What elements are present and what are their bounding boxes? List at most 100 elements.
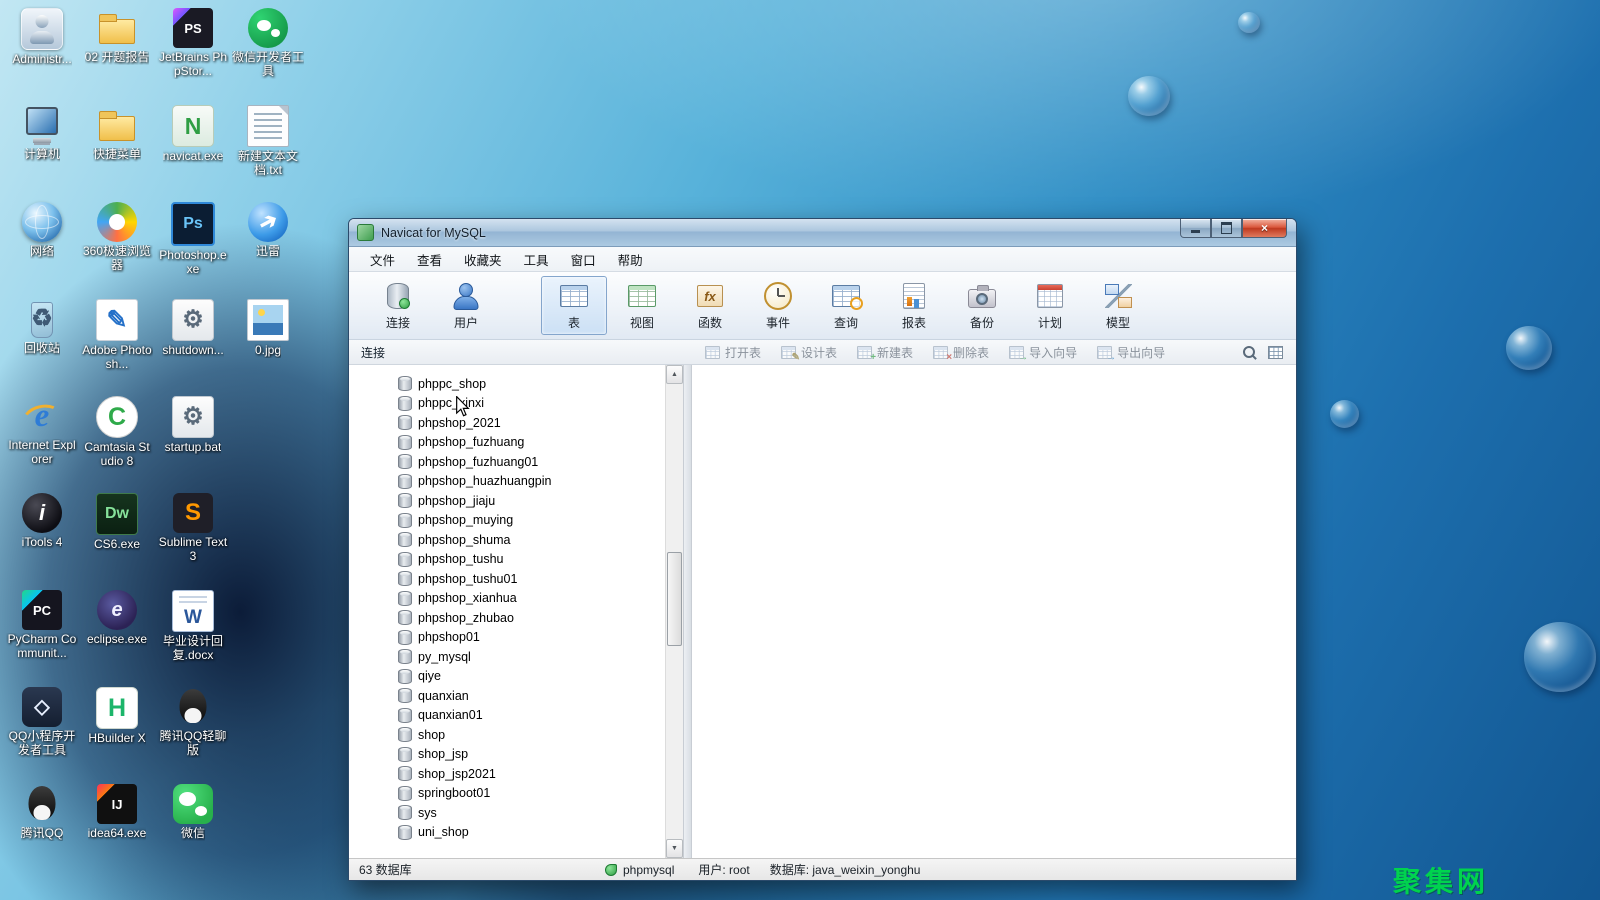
- desktop-icon-item[interactable]: ➔迅雷: [232, 202, 304, 299]
- menu-item[interactable]: 查看: [407, 247, 452, 272]
- desktop-icon-hbuilder-x[interactable]: HHBuilder X: [81, 687, 153, 784]
- desktop-icon-item[interactable]: 计算机: [6, 105, 78, 202]
- menu-item[interactable]: 工具: [514, 247, 559, 272]
- desktop-icon-0-jpg[interactable]: 0.jpg: [232, 299, 304, 396]
- database-icon: [398, 435, 412, 450]
- menu-item[interactable]: 帮助: [608, 247, 653, 272]
- desktop-icon-adobe-photosh[interactable]: ✎Adobe Photosh...: [81, 299, 153, 396]
- action-item[interactable]: +新建表: [847, 344, 923, 361]
- tree-item-phpshop-zhubao[interactable]: phpshop_zhubao: [349, 608, 665, 628]
- search-icon[interactable]: [1243, 346, 1255, 358]
- desktop-icon-photoshop-exe[interactable]: PsPhotoshop.exe: [157, 202, 229, 299]
- scrollbar-track[interactable]: [666, 384, 683, 839]
- desktop-icon-cs6-exe[interactable]: DwCS6.exe: [81, 493, 153, 590]
- desktop-icon-02[interactable]: 02 开题报告: [81, 8, 153, 105]
- desktop-icon-item[interactable]: 微信开发者工具: [232, 8, 304, 105]
- desktop-icon-itools-4[interactable]: iiTools 4: [6, 493, 78, 590]
- desktop-icon-startup-bat[interactable]: ⚙startup.bat: [157, 396, 229, 493]
- menu-item[interactable]: 文件: [360, 247, 405, 272]
- tree-item-phpshop-fuzhuang[interactable]: phpshop_fuzhuang: [349, 433, 665, 453]
- tree-item-phpshop-jiaju[interactable]: phpshop_jiaju: [349, 491, 665, 511]
- tree-scrollbar: ▲ ▼: [665, 365, 683, 858]
- scroll-down-icon[interactable]: ▼: [666, 839, 683, 858]
- desktop-icon-administr[interactable]: Administr...: [6, 8, 78, 105]
- tree-item-shop-jsp[interactable]: shop_jsp: [349, 745, 665, 765]
- new-table-icon: +: [857, 346, 872, 359]
- window-titlebar[interactable]: Navicat for MySQL ×: [349, 219, 1296, 247]
- itools-icon: i: [22, 493, 62, 533]
- close-button-icon[interactable]: ×: [1242, 219, 1287, 238]
- tree-item-phpshop-shuma[interactable]: phpshop_shuma: [349, 530, 665, 550]
- tree-item-quanxian[interactable]: quanxian: [349, 686, 665, 706]
- maximize-button-icon[interactable]: [1211, 219, 1242, 238]
- desktop-icon-qq[interactable]: 腾讯QQ轻聊版: [157, 687, 229, 784]
- toolbar-item-button[interactable]: 连接: [365, 276, 431, 335]
- desktop-icon-item[interactable]: 网络: [6, 202, 78, 299]
- scroll-up-icon[interactable]: ▲: [666, 365, 683, 384]
- action-item[interactable]: →导入向导: [999, 344, 1087, 361]
- desktop-icon-jetbrains-phpstor[interactable]: PSJetBrains PhpStor...: [157, 8, 229, 105]
- toolbar-item-button[interactable]: 函数: [677, 276, 743, 335]
- desktop-icon-qq[interactable]: 腾讯QQ: [6, 784, 78, 881]
- tree-item-uni-shop[interactable]: uni_shop: [349, 823, 665, 843]
- tree-item-phpshop-muying[interactable]: phpshop_muying: [349, 511, 665, 531]
- tree-item-phpshop01[interactable]: phpshop01: [349, 628, 665, 648]
- tree-item-py-mysql[interactable]: py_mysql: [349, 647, 665, 667]
- tree-item-phpshop-fuzhuang01[interactable]: phpshop_fuzhuang01: [349, 452, 665, 472]
- tree-item-sys[interactable]: sys: [349, 803, 665, 823]
- desktop-icon-eclipse-exe[interactable]: eeclipse.exe: [81, 590, 153, 687]
- tree-item-phpshop-xianhua[interactable]: phpshop_xianhua: [349, 589, 665, 609]
- desktop-icon-txt[interactable]: 新建文本文档.txt: [232, 105, 304, 202]
- desktop-icon-sublime-text-3[interactable]: SSublime Text 3: [157, 493, 229, 590]
- action-item[interactable]: ×删除表: [923, 344, 999, 361]
- desktop-icon-internet-explorer[interactable]: eInternet Explorer: [6, 396, 78, 493]
- tree-item-phppc-shop[interactable]: phppc_shop: [349, 374, 665, 394]
- action-item[interactable]: 打开表: [695, 344, 771, 361]
- event-icon: [762, 281, 794, 311]
- recycle-bin-icon: ♻: [22, 299, 62, 339]
- desktop-icon-pycharm-communit[interactable]: PCPyCharm Communit...: [6, 590, 78, 687]
- user-icon: [450, 281, 482, 311]
- desktop-icon-qq[interactable]: ◇QQ小程序开发者工具: [6, 687, 78, 784]
- menu-item[interactable]: 窗口: [561, 247, 606, 272]
- tree-item-phppc-xinxi[interactable]: phppc_xinxi: [349, 394, 665, 414]
- toolbar-item-button[interactable]: 模型: [1085, 276, 1151, 335]
- toolbar-item-button[interactable]: 事件: [745, 276, 811, 335]
- scrollbar-thumb[interactable]: [667, 552, 682, 646]
- toolbar-item-button[interactable]: 报表: [881, 276, 947, 335]
- desktop-icon-item[interactable]: 快捷菜单: [81, 105, 153, 202]
- tree-item-phpshop-tushu01[interactable]: phpshop_tushu01: [349, 569, 665, 589]
- toolbar-item-button[interactable]: 查询: [813, 276, 879, 335]
- toolbar-item-button[interactable]: 计划: [1017, 276, 1083, 335]
- toolbar-item-button[interactable]: 用户: [433, 276, 499, 335]
- water-drop: [1330, 400, 1359, 428]
- tree-item-qiye[interactable]: qiye: [349, 667, 665, 687]
- desktop-icon-camtasia-studio-8[interactable]: CCamtasia Studio 8: [81, 396, 153, 493]
- desktop-icon-idea64-exe[interactable]: IJidea64.exe: [81, 784, 153, 881]
- pycharm-icon: PC: [22, 590, 62, 630]
- panel-splitter[interactable]: [683, 365, 692, 858]
- tree-item-phpshop-2021[interactable]: phpshop_2021: [349, 413, 665, 433]
- tree-item-phpshop-tushu[interactable]: phpshop_tushu: [349, 550, 665, 570]
- menu-item[interactable]: 收藏夹: [454, 247, 512, 272]
- desktop-icon-navicat-exe[interactable]: Nnavicat.exe: [157, 105, 229, 202]
- action-item[interactable]: →导出向导: [1087, 344, 1175, 361]
- desktop-icon-shutdown[interactable]: ⚙shutdown...: [157, 299, 229, 396]
- tree-item-shop[interactable]: shop: [349, 725, 665, 745]
- grid-view-icon[interactable]: [1268, 346, 1283, 359]
- toolbar-item-button[interactable]: 表: [541, 276, 607, 335]
- tree-item-shop-jsp2021[interactable]: shop_jsp2021: [349, 764, 665, 784]
- tree-item-springboot01[interactable]: springboot01: [349, 784, 665, 804]
- tree-item-quanxian01[interactable]: quanxian01: [349, 706, 665, 726]
- toolbar-item-button[interactable]: 备份: [949, 276, 1015, 335]
- desktop-icon-item[interactable]: ♻回收站: [6, 299, 78, 396]
- action-item[interactable]: ✎设计表: [771, 344, 847, 361]
- desktop-icon-item[interactable]: 微信: [157, 784, 229, 881]
- query-icon: [832, 285, 860, 307]
- database-name: phpshop_xianhua: [418, 591, 517, 605]
- minimize-button-icon[interactable]: [1180, 219, 1211, 238]
- desktop-icon-docx[interactable]: W毕业设计回复.docx: [157, 590, 229, 687]
- toolbar-item-button[interactable]: 视图: [609, 276, 675, 335]
- desktop-icon-360[interactable]: 360极速浏览器: [81, 202, 153, 299]
- tree-item-phpshop-huazhuangpin[interactable]: phpshop_huazhuangpin: [349, 472, 665, 492]
